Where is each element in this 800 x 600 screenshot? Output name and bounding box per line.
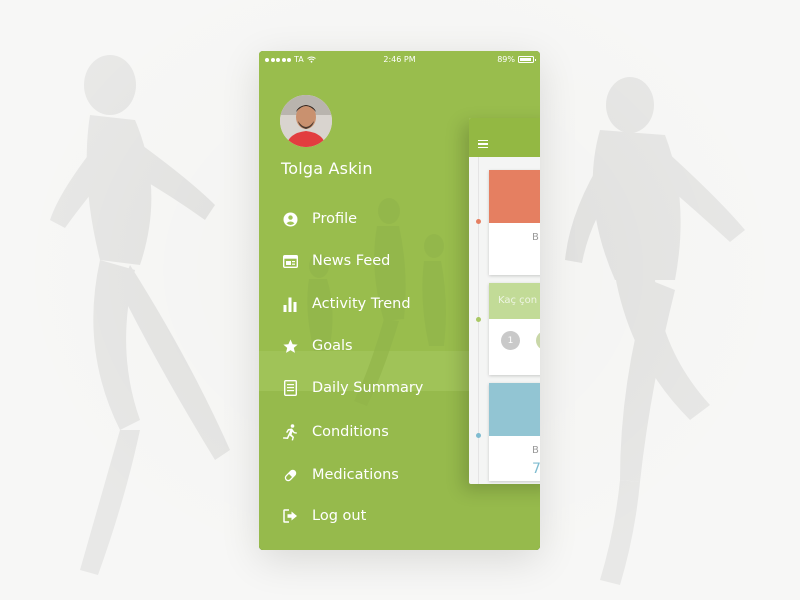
menu-item-news-feed[interactable]: News Feed [281,249,390,273]
step-two-option[interactable] [536,331,540,350]
feed-card[interactable]: B [489,170,540,275]
news-feed-icon [281,252,299,270]
menu-item-label: News Feed [312,253,391,269]
running-icon [281,423,299,441]
feed-card[interactable]: Kaç çon 1 [489,283,540,375]
question-text: Kaç çon [498,295,538,306]
phone-screen: TA 2:46 PM 89% Tolga Askin Profile News … [259,51,540,550]
step-one-option[interactable]: 1 [501,331,520,350]
menu-item-label: Profile [312,211,358,227]
hamburger-menu-icon[interactable] [478,140,488,150]
menu-item-conditions[interactable]: Conditions [281,420,389,444]
star-icon [281,337,299,355]
battery-percent: 89% [497,55,515,64]
battery-icon [518,56,536,63]
status-bar: TA 2:46 PM 89% [259,51,540,69]
menu-item-label: Activity Trend [312,296,411,312]
pill-icon [281,466,299,484]
menu-item-medications[interactable]: Medications [281,463,399,487]
menu-item-label: Log out [312,508,367,524]
bar-chart-icon [281,295,299,313]
menu-item-label: Goals [312,338,353,354]
logout-icon [281,507,299,525]
menu-item-activity-trend[interactable]: Activity Trend [281,292,411,316]
menu-item-daily-summary[interactable]: Daily Summary [281,376,423,400]
timeline-dot [476,433,481,438]
card-header-band [489,383,540,436]
feed-card[interactable]: B 7 [489,383,540,481]
card-header-band [489,170,540,223]
main-screen-preview[interactable]: B Kaç çon 1 B 7 [469,118,540,484]
menu-item-label: Daily Summary [312,380,424,396]
timeline-dot [476,317,481,322]
menu-item-label: Medications [312,467,399,483]
menu-item-goals[interactable]: Goals [281,334,353,358]
user-name: Tolga Askin [281,159,373,178]
card-title: B [532,232,539,243]
document-icon [281,379,299,397]
menu-item-profile[interactable]: Profile [281,207,357,231]
main-header [469,118,540,157]
account-circle-icon [281,210,299,228]
card-title: B [532,445,539,456]
timeline-dot [476,219,481,224]
menu-item-label: Conditions [312,424,389,440]
avatar[interactable] [280,95,332,147]
card-value: 7 [532,461,540,477]
menu-item-log-out[interactable]: Log out [281,504,366,528]
